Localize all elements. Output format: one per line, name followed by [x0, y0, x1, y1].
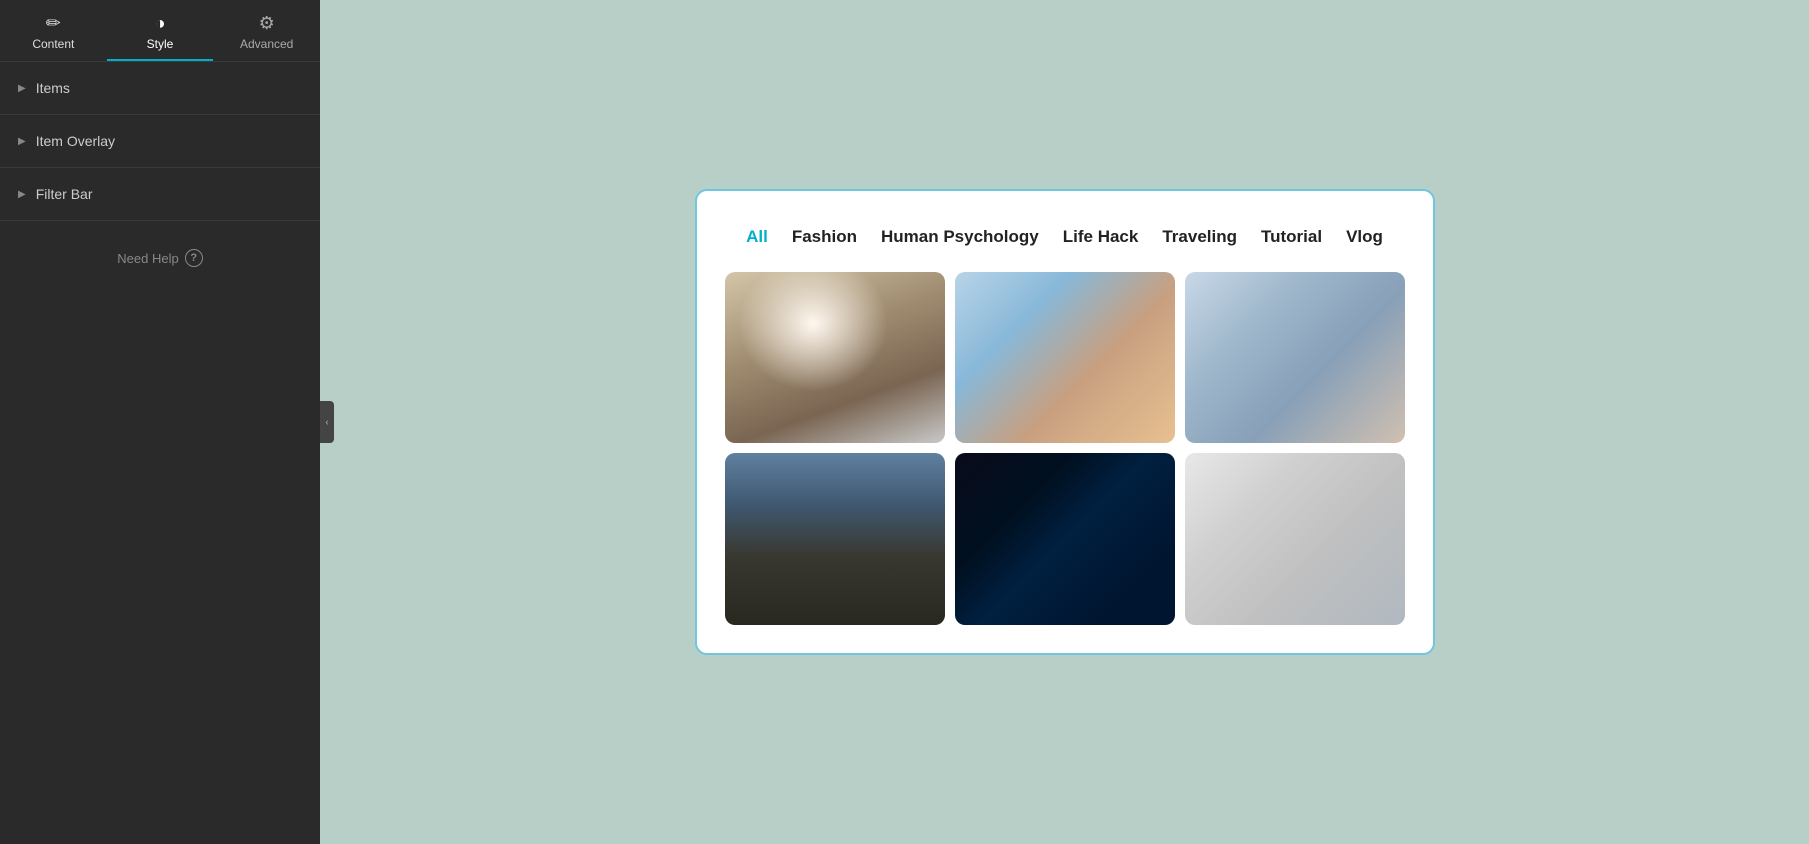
- tab-advanced[interactable]: ⚙ Advanced: [213, 0, 320, 61]
- tab-content-label: Content: [32, 37, 74, 51]
- edit-icon: ✏: [46, 14, 61, 32]
- sidebar: ✏ Content ◑ Style ⚙ Advanced ▶ Items ▶ I…: [0, 0, 320, 844]
- filter-life-hack[interactable]: Life Hack: [1063, 221, 1139, 254]
- arrow-icon-overlay: ▶: [18, 136, 26, 147]
- filter-all[interactable]: All: [746, 221, 768, 254]
- image-grid: [725, 272, 1405, 625]
- accordion-overlay-label: Item Overlay: [36, 133, 115, 149]
- image-globe[interactable]: [1185, 272, 1405, 444]
- tab-style[interactable]: ◑ Style: [107, 0, 214, 61]
- image-cooking[interactable]: [725, 272, 945, 444]
- filter-traveling[interactable]: Traveling: [1162, 221, 1237, 254]
- accordion-filterbar-label: Filter Bar: [36, 186, 93, 202]
- image-road[interactable]: [725, 453, 945, 625]
- need-help-label: Need Help: [117, 251, 178, 266]
- accordion-item-overlay[interactable]: ▶ Item Overlay: [0, 115, 320, 168]
- accordion-items[interactable]: ▶ Items: [0, 62, 320, 115]
- image-code[interactable]: [955, 453, 1175, 625]
- image-camera[interactable]: [955, 272, 1175, 444]
- need-help[interactable]: Need Help ?: [0, 249, 320, 267]
- tab-content[interactable]: ✏ Content: [0, 0, 107, 61]
- gear-icon: ⚙: [259, 14, 275, 32]
- widget-container: All Fashion Human Psychology Life Hack T…: [695, 189, 1435, 655]
- arrow-icon-filter: ▶: [18, 189, 26, 200]
- filter-tutorial[interactable]: Tutorial: [1261, 221, 1322, 254]
- arrow-icon-items: ▶: [18, 83, 26, 94]
- filter-bar: All Fashion Human Psychology Life Hack T…: [725, 221, 1405, 254]
- tabs: ✏ Content ◑ Style ⚙ Advanced: [0, 0, 320, 62]
- style-icon: ◑: [155, 14, 166, 32]
- canvas: All Fashion Human Psychology Life Hack T…: [320, 0, 1809, 844]
- tab-style-label: Style: [147, 37, 174, 51]
- filter-vlog[interactable]: Vlog: [1346, 221, 1383, 254]
- image-room[interactable]: [1185, 453, 1405, 625]
- help-icon: ?: [185, 249, 203, 267]
- collapse-handle[interactable]: ‹: [320, 401, 334, 443]
- accordion-items-label: Items: [36, 80, 70, 96]
- collapse-icon: ‹: [325, 417, 328, 428]
- accordion-filter-bar[interactable]: ▶ Filter Bar: [0, 168, 320, 221]
- filter-fashion[interactable]: Fashion: [792, 221, 857, 254]
- tab-advanced-label: Advanced: [240, 37, 293, 51]
- filter-human-psychology[interactable]: Human Psychology: [881, 221, 1039, 254]
